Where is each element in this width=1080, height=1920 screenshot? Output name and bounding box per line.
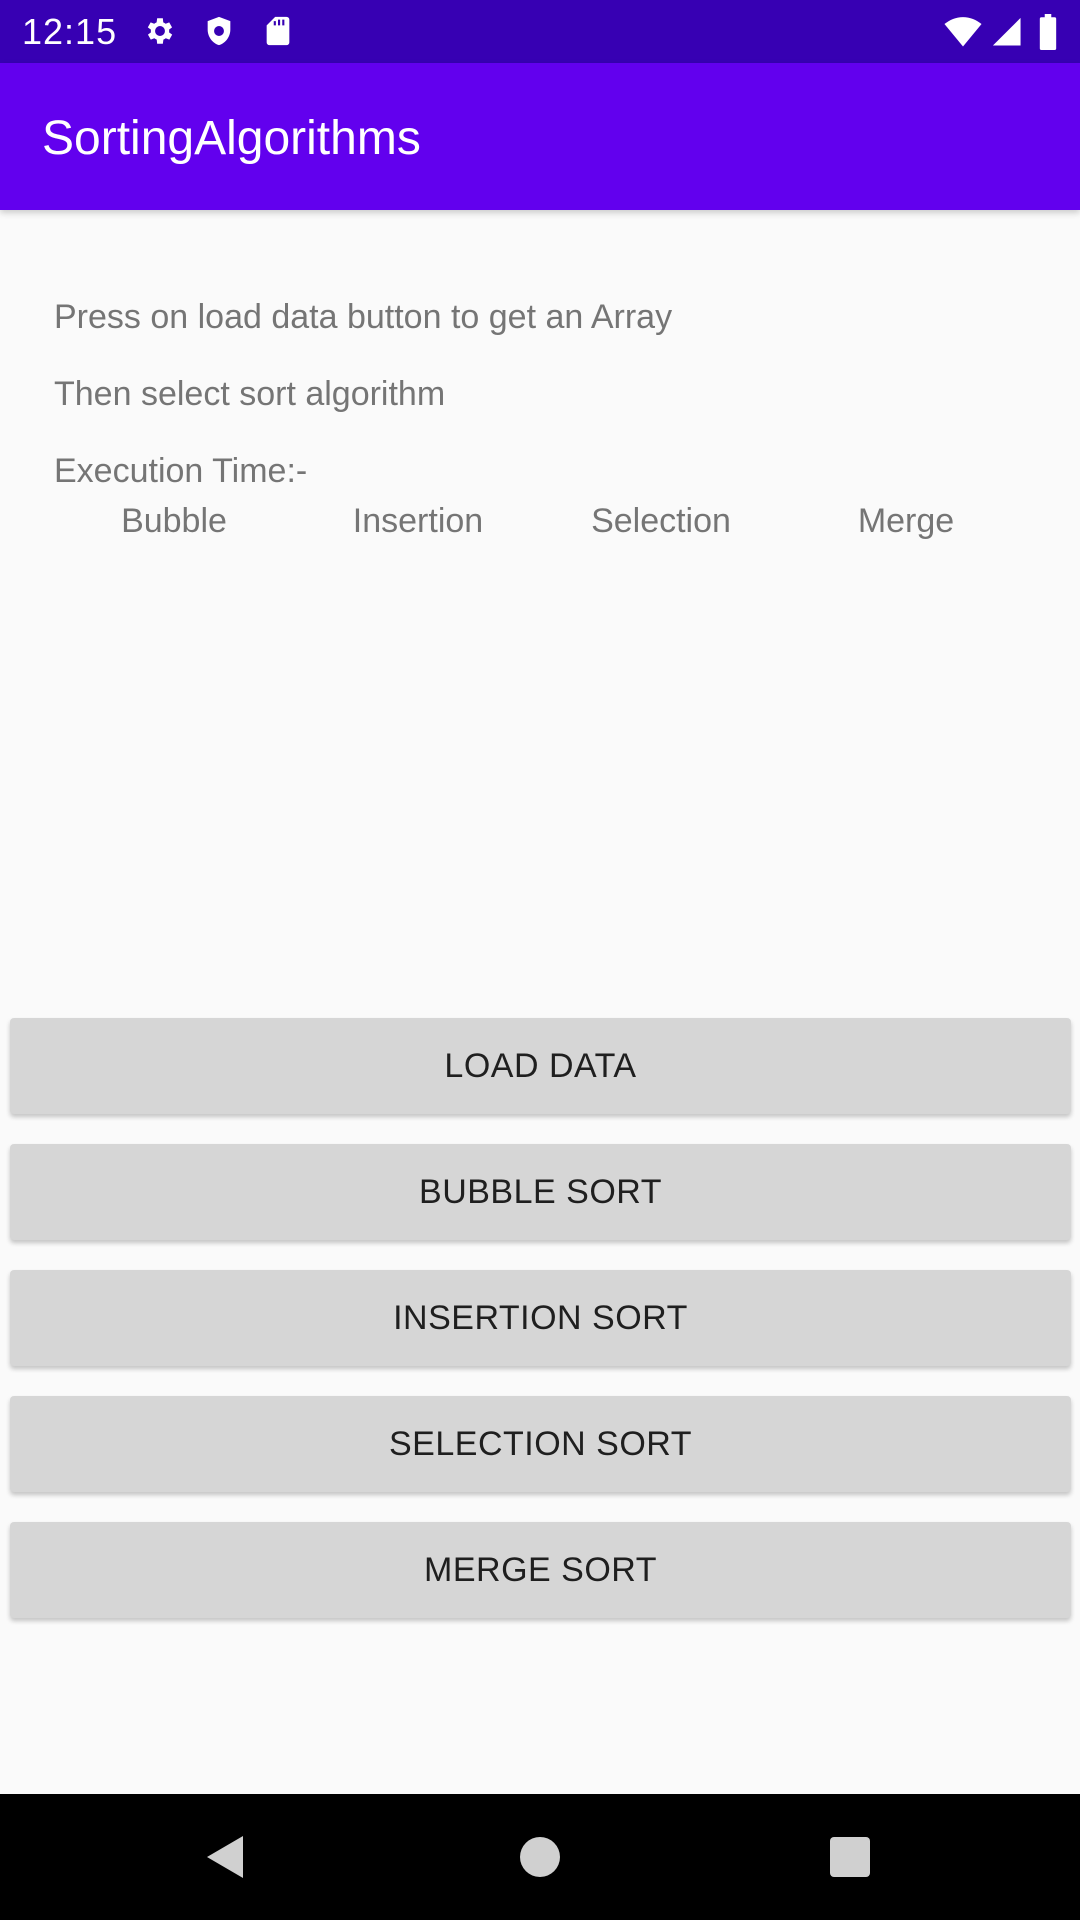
merge-sort-button[interactable]: MERGE SORT bbox=[10, 1522, 1071, 1618]
selection-sort-button[interactable]: SELECTION SORT bbox=[10, 1396, 1071, 1492]
sd-card-icon bbox=[261, 14, 295, 48]
load-data-button[interactable]: LOAD DATA bbox=[10, 1018, 1071, 1114]
shield-icon bbox=[202, 14, 236, 48]
wifi-icon bbox=[944, 14, 982, 48]
status-bar: 12:15 bbox=[0, 0, 1080, 63]
app-bar: SortingAlgorithms bbox=[0, 63, 1080, 210]
navigation-bar bbox=[0, 1794, 1080, 1920]
insertion-sort-button[interactable]: INSERTION SORT bbox=[10, 1270, 1071, 1366]
bubble-time-label: Bubble bbox=[121, 502, 227, 540]
instruction-load-data: Press on load data button to get an Arra… bbox=[54, 298, 673, 336]
battery-icon bbox=[1037, 14, 1059, 50]
gear-icon bbox=[143, 14, 177, 48]
status-time: 12:15 bbox=[22, 11, 118, 52]
bubble-sort-button[interactable]: BUBBLE SORT bbox=[10, 1144, 1071, 1240]
merge-time-label: Merge bbox=[857, 502, 955, 540]
recents-icon[interactable] bbox=[815, 1822, 885, 1892]
home-icon[interactable] bbox=[505, 1822, 575, 1892]
back-icon[interactable] bbox=[191, 1822, 261, 1892]
execution-time-label: Execution Time:- bbox=[54, 452, 308, 490]
insertion-time-label: Insertion bbox=[352, 502, 484, 540]
selection-time-label: Selection bbox=[591, 502, 731, 540]
app-title: SortingAlgorithms bbox=[42, 112, 421, 165]
signal-icon bbox=[990, 14, 1024, 48]
screen: 12:15 SortingAlgorithms Press on load da… bbox=[0, 0, 1080, 1920]
instruction-select-algorithm: Then select sort algorithm bbox=[54, 375, 446, 413]
